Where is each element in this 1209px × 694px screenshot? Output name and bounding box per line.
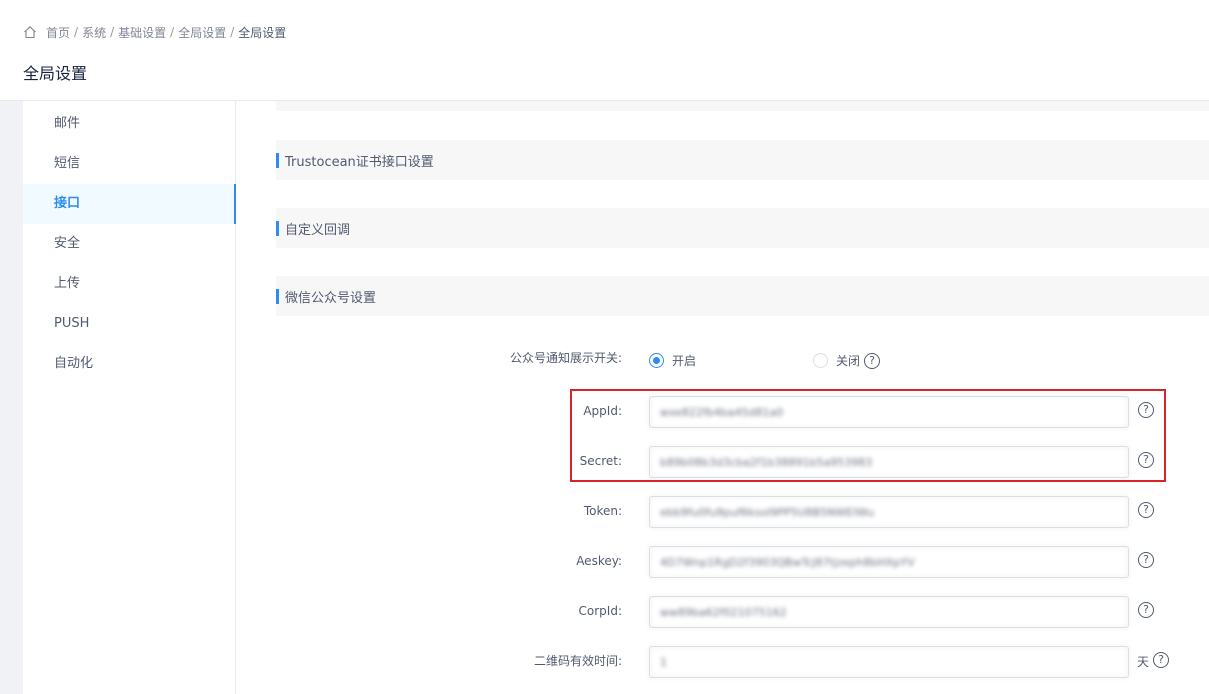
home-icon[interactable]	[23, 25, 37, 39]
breadcrumb: 首页 / 系统 / 基础设置 / 全局设置 / 全局设置	[23, 23, 286, 41]
question-circle-icon[interactable]: ?	[1138, 552, 1154, 568]
page-title: 全局设置	[23, 64, 88, 83]
menu-item-mail[interactable]: 邮件	[23, 104, 235, 144]
section-accent-bar	[276, 220, 279, 236]
notify-switch-label: 公众号通知展示开关:	[509, 351, 622, 365]
aeskey-label: Aeskey:	[576, 554, 622, 568]
breadcrumb-separator: /	[110, 25, 115, 39]
menu-item-push[interactable]: PUSH	[23, 304, 235, 344]
section-custom-callback[interactable]: 自定义回调	[276, 208, 1209, 248]
qrcode-valid-time-input[interactable]	[649, 646, 1129, 678]
form-row-qrcode-valid-time: 二维码有效时间: 天 ?	[276, 646, 1209, 678]
breadcrumb-separator: /	[170, 25, 175, 39]
question-circle-icon[interactable]: ?	[1138, 602, 1154, 618]
breadcrumb-separator: /	[230, 25, 235, 39]
qrcode-valid-time-label: 二维码有效时间:	[533, 654, 622, 668]
day-unit-label: 天	[1137, 655, 1150, 669]
section-accent-bar	[276, 152, 279, 168]
breadcrumb-item-system[interactable]: 系统	[82, 24, 106, 41]
question-circle-icon[interactable]: ?	[864, 353, 880, 369]
form-row-aeskey: Aeskey: ?	[276, 546, 1209, 578]
settings-menu: 邮件 短信 接口 安全 上传 PUSH 自动化	[23, 101, 236, 694]
section-accent-bar	[276, 288, 279, 304]
menu-item-interface[interactable]: 接口	[23, 184, 236, 224]
menu-item-automation[interactable]: 自动化	[23, 344, 235, 384]
form-row-notify-switch: 公众号通知展示开关: 开启 关闭 ?	[276, 344, 1209, 376]
menu-item-sms[interactable]: 短信	[23, 144, 235, 184]
highlight-annotation-box	[570, 389, 1166, 482]
token-input[interactable]	[649, 496, 1129, 528]
radio-off[interactable]: 关闭	[813, 352, 860, 369]
question-circle-icon[interactable]: ?	[1138, 502, 1154, 518]
breadcrumb-separator: /	[74, 25, 79, 39]
radio-on-indicator[interactable]	[649, 353, 664, 368]
section-title: 自定义回调	[285, 222, 351, 238]
page-header: 首页 / 系统 / 基础设置 / 全局设置 / 全局设置 全局设置	[0, 0, 1209, 101]
section-title: Trustocean证书接口设置	[285, 154, 434, 170]
section-trustocean[interactable]: Trustocean证书接口设置	[276, 140, 1209, 180]
breadcrumb-item-current: 全局设置	[238, 25, 287, 40]
menu-item-upload[interactable]: 上传	[23, 264, 235, 304]
section-wechat[interactable]: 微信公众号设置	[276, 276, 1209, 316]
breadcrumb-item-basic-settings[interactable]: 基础设置	[118, 24, 166, 41]
form-row-corpid: CorpId: ?	[276, 596, 1209, 628]
token-label: Token:	[583, 504, 622, 518]
breadcrumb-item-home[interactable]: 首页	[46, 24, 70, 41]
collapsed-section-strip	[276, 101, 1209, 111]
radio-on[interactable]: 开启	[649, 352, 696, 369]
menu-item-security[interactable]: 安全	[23, 224, 235, 264]
breadcrumb-item-global-settings[interactable]: 全局设置	[178, 24, 226, 41]
radio-off-indicator[interactable]	[813, 353, 828, 368]
radio-off-label: 关闭	[836, 354, 861, 368]
section-title: 微信公众号设置	[285, 290, 377, 306]
aeskey-input[interactable]	[649, 546, 1129, 578]
question-circle-icon[interactable]: ?	[1153, 652, 1169, 668]
form-row-token: Token: ?	[276, 496, 1209, 528]
corpid-label: CorpId:	[578, 604, 622, 618]
corpid-input[interactable]	[649, 596, 1129, 628]
radio-on-label: 开启	[672, 354, 697, 368]
